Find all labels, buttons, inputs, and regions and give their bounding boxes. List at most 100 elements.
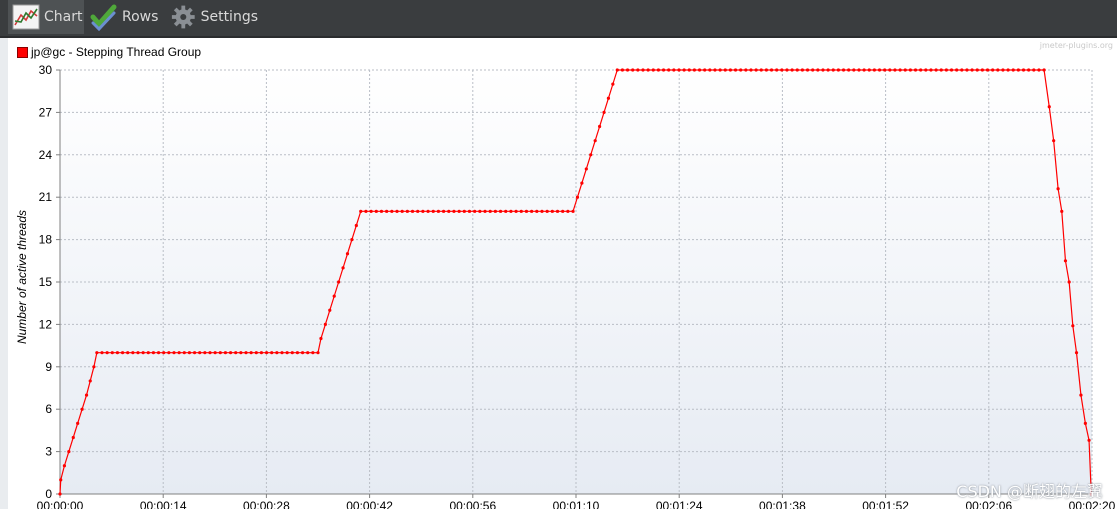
data-point: [883, 68, 887, 72]
data-point: [1001, 68, 1005, 72]
data-point: [847, 68, 851, 72]
data-point: [877, 68, 882, 72]
data-point: [550, 209, 554, 213]
data-point: [493, 209, 497, 213]
data-point: [1006, 68, 1010, 72]
data-point: [478, 209, 482, 213]
data-point: [105, 351, 109, 355]
data-point: [733, 68, 738, 72]
data-point: [416, 209, 420, 213]
data-point: [177, 351, 181, 355]
data-point: [136, 351, 140, 355]
data-point: [908, 68, 912, 72]
data-point: [126, 351, 130, 355]
data-point: [156, 351, 161, 355]
data-point: [234, 351, 238, 355]
data-point: [223, 351, 228, 355]
data-point: [254, 351, 258, 355]
data-point: [841, 68, 846, 72]
data-point: [555, 209, 560, 213]
data-point: [172, 351, 176, 355]
data-point: [395, 209, 399, 213]
data-point: [483, 209, 487, 213]
data-point: [187, 351, 192, 355]
legend-swatch: [17, 46, 28, 58]
data-point: [249, 351, 253, 355]
data-point: [131, 351, 135, 355]
data-point: [775, 68, 779, 72]
x-tick-label: 00:00:14: [140, 499, 187, 509]
data-point: [1011, 68, 1015, 72]
data-point: [218, 351, 222, 355]
data-point: [646, 68, 650, 72]
y-tick-label: 3: [45, 445, 52, 459]
data-point: [58, 492, 62, 496]
data-point: [713, 68, 717, 72]
data-point: [280, 351, 284, 355]
data-point: [198, 351, 202, 355]
data-point: [332, 294, 336, 298]
data-point: [903, 68, 907, 72]
data-point: [929, 68, 933, 72]
data-point: [739, 68, 743, 72]
data-point: [580, 181, 584, 185]
x-tick-label: 00:01:24: [656, 499, 703, 509]
data-point: [960, 68, 964, 72]
data-point: [656, 68, 661, 72]
data-point: [436, 209, 441, 213]
data-point: [687, 68, 691, 72]
data-point: [1079, 393, 1083, 397]
data-point: [514, 209, 518, 213]
data-point: [1042, 68, 1046, 72]
data-point: [1047, 105, 1051, 109]
data-point: [1032, 68, 1036, 72]
data-point: [790, 68, 794, 72]
data-point: [203, 351, 207, 355]
data-point: [636, 68, 640, 72]
data-point: [244, 351, 248, 355]
data-point: [192, 351, 197, 355]
data-point: [728, 68, 733, 72]
data-point: [651, 68, 655, 72]
data-point: [316, 351, 320, 355]
data-point: [708, 68, 712, 72]
data-point: [345, 252, 350, 256]
data-point: [852, 68, 856, 72]
data-point: [167, 351, 171, 355]
data-point: [162, 351, 166, 355]
data-point: [151, 351, 156, 355]
data-point: [442, 209, 446, 213]
data-point: [769, 68, 774, 72]
data-point: [285, 351, 289, 355]
line-chart: 03691215182124273000:00:00 00:00:14 00:00:…: [37, 63, 1116, 509]
data-point: [785, 68, 789, 72]
y-axis-label: Number of active threads: [15, 209, 29, 345]
data-point: [95, 351, 99, 355]
data-point: [405, 209, 409, 213]
data-point: [867, 68, 871, 72]
data-point: [759, 68, 763, 72]
data-point: [575, 195, 580, 199]
data-point: [264, 351, 269, 355]
data-point: [754, 68, 758, 72]
data-point: [893, 68, 897, 72]
data-point: [996, 68, 1000, 72]
data-point: [985, 68, 990, 72]
data-point: [62, 464, 67, 468]
data-point: [67, 450, 71, 454]
data-point: [1052, 139, 1056, 143]
data-point: [275, 351, 279, 355]
data-point: [524, 209, 529, 213]
data-point: [780, 68, 784, 72]
data-point: [913, 68, 918, 72]
data-point: [323, 322, 327, 326]
data-point: [631, 68, 635, 72]
data-point: [259, 351, 264, 355]
data-point: [100, 351, 104, 355]
data-point: [661, 68, 666, 72]
data-point: [426, 209, 430, 213]
y-tick-label: 18: [39, 233, 53, 247]
data-point: [141, 351, 145, 355]
y-tick-label: 9: [45, 360, 52, 374]
data-point: [800, 68, 805, 72]
